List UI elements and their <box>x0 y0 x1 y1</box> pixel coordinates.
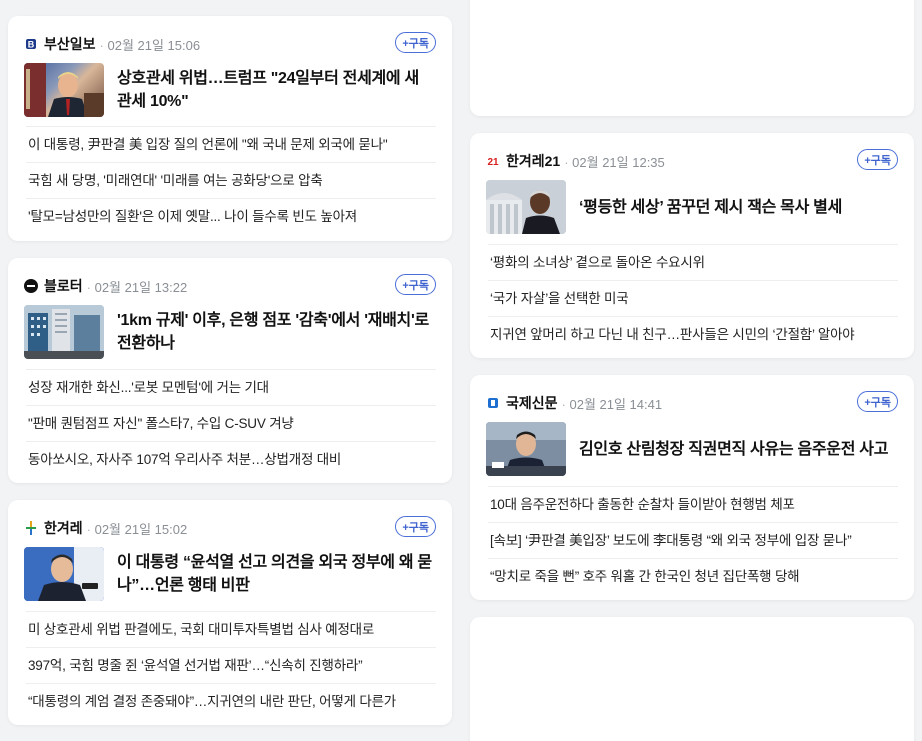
news-card-empty-top <box>470 0 914 116</box>
sub-article-list: 성장 재개한 화신...'로봇 모멘텀'에 거는 기대 "판매 퀀텀점프 자신"… <box>26 369 436 477</box>
card-header: 21 한겨레21 02월 21일 12:35 +구독 <box>486 149 898 171</box>
main-article[interactable]: 상호관세 위법…트럼프 "24일부터 전세계에 새 관세 10%" <box>24 62 436 118</box>
press-name[interactable]: 블로터 <box>44 276 83 296</box>
list-item[interactable]: 이 대통령, 尹판결 美 입장 질의 언론에 "왜 국내 문제 외국에 묻나" <box>26 126 436 162</box>
list-item[interactable]: [속보] ‘尹판결 美입장’ 보도에 李대통령 “왜 외국 정부에 입장 묻나” <box>488 522 898 558</box>
subscribe-button[interactable]: +구독 <box>857 149 898 170</box>
news-card-busan: B 부산일보 02월 21일 15:06 +구독 상호관세 위법…트럼프 "24… <box>8 16 452 241</box>
list-item[interactable]: 성장 재개한 화신...'로봇 모멘텀'에 거는 기대 <box>26 369 436 405</box>
list-item[interactable]: ‘국가 자살’을 선택한 미국 <box>488 280 898 316</box>
list-item[interactable]: 10대 음주운전하다 출동한 순찰차 들이받아 현행범 체포 <box>488 486 898 522</box>
main-article-title[interactable]: 상호관세 위법…트럼프 "24일부터 전세계에 새 관세 10%" <box>117 67 436 113</box>
main-article[interactable]: 김인호 산림청장 직권면직 사유는 음주운전 사고 <box>486 421 898 477</box>
svg-text:21: 21 <box>487 157 499 167</box>
news-card-kookje: 국제신문 02월 21일 14:41 +구독 김인호 산림청장 직권면직 사유는… <box>470 375 914 600</box>
bank-buildings-thumbnail[interactable] <box>24 305 104 359</box>
list-item[interactable]: ‘평화의 소녀상’ 곁으로 돌아온 수요시위 <box>488 244 898 280</box>
main-article[interactable]: '1km 규제' 이후, 은행 점포 '감축'에서 '재배치'로 전환하나 <box>24 304 436 360</box>
main-article-title[interactable]: 김인호 산림청장 직권면직 사유는 음주운전 사고 <box>579 438 888 461</box>
press-name[interactable]: 부산일보 <box>44 34 96 54</box>
press-name[interactable]: 한겨레21 <box>506 151 560 171</box>
subscribe-button[interactable]: +구독 <box>395 516 436 537</box>
svg-text:B: B <box>28 40 35 50</box>
subscribe-button[interactable]: +구독 <box>395 274 436 295</box>
jesse-jackson-photo-thumbnail[interactable] <box>486 180 566 234</box>
news-card-empty-bottom <box>470 617 914 741</box>
list-item[interactable]: "판매 퀀텀점프 자신" 폴스타7, 수입 C-SUV 겨냥 <box>26 405 436 441</box>
article-date: 02월 21일 15:02 <box>87 519 188 538</box>
sub-article-list: 10대 음주운전하다 출동한 순찰차 들이받아 현행범 체포 [속보] ‘尹판결… <box>488 486 898 594</box>
sub-article-list: 미 상호관세 위법 판결에도, 국회 대미투자특별법 심사 예정대로 397억,… <box>26 611 436 719</box>
article-date: 02월 21일 15:06 <box>100 35 200 54</box>
article-date: 02월 21일 14:41 <box>562 394 662 413</box>
list-item[interactable]: 동아쏘시오, 자사주 107억 우리사주 처분…상법개정 대비 <box>26 441 436 477</box>
trump-photo-thumbnail[interactable] <box>24 63 104 117</box>
list-item[interactable]: 지귀연 앞머리 하고 다닌 내 친구…판사들은 시민의 ‘간절함’ 알아야 <box>488 316 898 352</box>
sub-article-list: ‘평화의 소녀상’ 곁으로 돌아온 수요시위 ‘국가 자살’을 선택한 미국 지… <box>488 244 898 352</box>
hankyoreh21-logo-icon: 21 <box>486 154 500 168</box>
subscribe-button[interactable]: +구독 <box>395 32 436 53</box>
article-date: 02월 21일 13:22 <box>87 277 188 296</box>
card-header: 블로터 02월 21일 13:22 +구독 <box>24 274 436 296</box>
article-date: 02월 21일 12:35 <box>564 152 665 171</box>
press-name[interactable]: 국제신문 <box>506 393 558 413</box>
president-photo-thumbnail[interactable] <box>24 547 104 601</box>
sub-article-list: 이 대통령, 尹판결 美 입장 질의 언론에 "왜 국내 문제 외국에 묻나" … <box>26 126 436 234</box>
news-card-hankyoreh21: 21 한겨레21 02월 21일 12:35 +구독 ‘평등한 세상’ 꿈꾸던 … <box>470 133 914 358</box>
list-item[interactable]: 국힘 새 당명, '미래연대' '미래를 여는 공화당'으로 압축 <box>26 162 436 198</box>
news-card-bloter: 블로터 02월 21일 13:22 +구독 '1km 규제' 이후 <box>8 258 452 483</box>
news-card-hankyoreh: 한겨레 02월 21일 15:02 +구독 이 대통령 “윤석열 선고 의견을 … <box>8 500 452 725</box>
list-item[interactable]: 미 상호관세 위법 판결에도, 국회 대미투자특별법 심사 예정대로 <box>26 611 436 647</box>
hankyoreh-logo-icon <box>24 521 38 535</box>
card-header: B 부산일보 02월 21일 15:06 +구독 <box>24 32 436 54</box>
main-article[interactable]: 이 대통령 “윤석열 선고 의견을 외국 정부에 왜 묻나”…언론 행태 비판 <box>24 546 436 602</box>
bloter-logo-icon <box>24 279 38 293</box>
main-article-title[interactable]: 이 대통령 “윤석열 선고 의견을 외국 정부에 왜 묻나”…언론 행태 비판 <box>117 551 436 597</box>
list-item[interactable]: “대통령의 계엄 결정 존중돼야”…지귀연의 내란 판단, 어떻게 다른가 <box>26 683 436 719</box>
official-photo-thumbnail[interactable] <box>486 422 566 476</box>
card-header: 국제신문 02월 21일 14:41 +구독 <box>486 391 898 413</box>
list-item[interactable]: '탈모=남성만의 질환'은 이제 옛말... 나이 들수록 빈도 높아져 <box>26 198 436 234</box>
list-item[interactable]: “망치로 죽을 뻔” 호주 워홀 간 한국인 청년 집단폭행 당해 <box>488 558 898 594</box>
main-article-title[interactable]: ‘평등한 세상’ 꿈꾸던 제시 잭슨 목사 별세 <box>579 196 842 219</box>
press-name[interactable]: 한겨레 <box>44 518 83 538</box>
card-header: 한겨레 02월 21일 15:02 +구독 <box>24 516 436 538</box>
list-item[interactable]: 397억, 국힘 명줄 쥔 ‘윤석열 선거법 재판’…“신속히 진행하라” <box>26 647 436 683</box>
busan-ilbo-logo-icon: B <box>24 37 38 51</box>
main-article[interactable]: ‘평등한 세상’ 꿈꾸던 제시 잭슨 목사 별세 <box>486 179 898 235</box>
kookje-logo-icon <box>486 396 500 410</box>
main-article-title[interactable]: '1km 규제' 이후, 은행 점포 '감축'에서 '재배치'로 전환하나 <box>117 309 436 355</box>
subscribe-button[interactable]: +구독 <box>857 391 898 412</box>
